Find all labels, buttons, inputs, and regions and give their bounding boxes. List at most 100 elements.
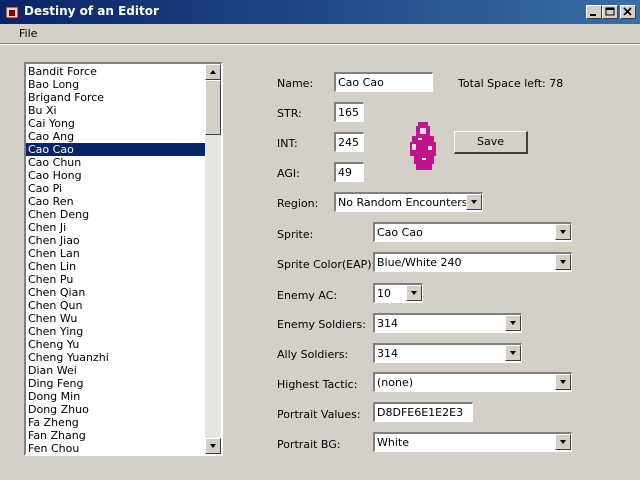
minimize-button[interactable] <box>586 5 602 19</box>
officer-list-item[interactable]: Brigand Force <box>26 91 207 104</box>
str-label: STR: <box>277 107 302 120</box>
officer-list-item[interactable]: Dong Min <box>26 390 207 403</box>
scroll-thumb[interactable] <box>205 80 221 135</box>
officer-list-item[interactable]: Cheng Yu <box>26 338 207 351</box>
chevron-down-icon <box>411 291 417 295</box>
maximize-button[interactable] <box>602 5 618 19</box>
officer-list-item[interactable]: Chen Qun <box>26 299 207 312</box>
officer-list-item[interactable]: Chen Lan <box>26 247 207 260</box>
maximize-icon <box>605 7 615 16</box>
enemy-ac-value: 10 <box>377 287 391 300</box>
officer-list-item[interactable]: Chen Wu <box>26 312 207 325</box>
highest-tactic-dropdown-button[interactable] <box>555 374 571 390</box>
portrait-bg-dropdown-button[interactable] <box>555 434 571 450</box>
save-button[interactable]: Save <box>454 131 528 154</box>
window-title: Destiny of an Editor <box>24 4 159 18</box>
sprite-color-value: Blue/White 240 <box>377 256 462 269</box>
officer-list-item[interactable]: Dong Zhuo <box>26 403 207 416</box>
int-field[interactable]: 245 <box>334 132 364 152</box>
close-icon <box>623 7 632 16</box>
officer-list-item[interactable]: Cao Hong <box>26 169 207 182</box>
officer-list-item[interactable]: Bu Xi <box>26 104 207 117</box>
officer-list-item[interactable]: Bao Long <box>26 78 207 91</box>
officer-list-item[interactable]: Fen Chou <box>26 442 207 454</box>
scroll-up-button[interactable] <box>205 64 221 80</box>
scroll-down-button[interactable] <box>205 438 221 454</box>
officer-list-item[interactable]: Cao Pi <box>26 182 207 195</box>
enemy-ac-dropdown-button[interactable] <box>406 285 422 301</box>
portrait-bg-value: White <box>377 436 409 449</box>
enemy-ac-select[interactable]: 10 <box>373 283 423 303</box>
sprite-label: Sprite: <box>277 228 314 241</box>
officer-list-item[interactable]: Chen Pu <box>26 273 207 286</box>
officer-list-item[interactable]: Cao Ang <box>26 130 207 143</box>
officer-list-item[interactable]: Cai Yong <box>26 117 207 130</box>
enemy-soldiers-dropdown-button[interactable] <box>505 315 521 331</box>
list-scrollbar[interactable] <box>205 64 221 454</box>
menu-file[interactable]: File <box>19 27 37 40</box>
portrait-bg-select[interactable]: White <box>373 432 572 452</box>
sprite-dropdown-button[interactable] <box>555 224 571 240</box>
minimize-icon <box>590 14 596 16</box>
ally-soldiers-value: 314 <box>377 347 398 360</box>
space-left-label: Total Space left: 78 <box>458 77 564 90</box>
region-dropdown-button[interactable] <box>466 194 482 210</box>
officer-list-item[interactable]: Dian Wei <box>26 364 207 377</box>
enemy-ac-label: Enemy AC: <box>277 289 338 302</box>
app-icon[interactable] <box>4 4 20 20</box>
sprite-preview <box>410 122 436 170</box>
ally-soldiers-select[interactable]: 314 <box>373 343 522 363</box>
chevron-down-icon <box>510 321 516 325</box>
str-field[interactable]: 165 <box>334 102 364 122</box>
officer-list-item[interactable]: Bandit Force <box>26 65 207 78</box>
highest-tactic-value: (none) <box>377 376 414 389</box>
title-bar[interactable]: Destiny of an Editor <box>0 0 640 24</box>
sprite-value: Cao Cao <box>377 226 423 239</box>
officer-list-item[interactable]: Cao Cao <box>26 143 207 156</box>
region-value: No Random Encounters <box>338 196 468 209</box>
officer-list-item[interactable]: Chen Jiao <box>26 234 207 247</box>
name-label: Name: <box>277 77 314 90</box>
portrait-values-field[interactable]: D8DFE6E1E2E3 <box>373 402 473 422</box>
sprite-color-select[interactable]: Blue/White 240 <box>373 252 572 272</box>
officer-list-item[interactable]: Fa Zheng <box>26 416 207 429</box>
close-button[interactable] <box>620 5 636 19</box>
sprite-select[interactable]: Cao Cao <box>373 222 572 242</box>
officer-list-item[interactable]: Chen Lin <box>26 260 207 273</box>
ally-soldiers-label: Ally Soldiers: <box>277 348 349 361</box>
name-field[interactable]: Cao Cao <box>334 72 433 92</box>
editor-window: Destiny of an Editor File Bandit Force Ba… <box>0 0 640 480</box>
sprite-color-dropdown-button[interactable] <box>555 254 571 270</box>
int-label: INT: <box>277 137 298 150</box>
arrow-up-icon <box>210 70 216 74</box>
officer-list-item[interactable]: Cao Ren <box>26 195 207 208</box>
sprite-color-label: Sprite Color(EAP): <box>277 258 376 271</box>
chevron-down-icon <box>560 230 566 234</box>
officer-list-item[interactable]: Cheng Yuanzhi <box>26 351 207 364</box>
highest-tactic-select[interactable]: (none) <box>373 372 572 392</box>
chevron-down-icon <box>560 380 566 384</box>
officer-list[interactable]: Bandit Force Bao Long Brigand Force Bu Xi Ca… <box>24 62 223 456</box>
officer-list-items: Bandit Force Bao Long Brigand Force Bu Xi Ca… <box>26 65 207 454</box>
enemy-soldiers-select[interactable]: 314 <box>373 313 522 333</box>
chevron-down-icon <box>560 440 566 444</box>
region-select[interactable]: No Random Encounters <box>334 192 483 212</box>
ally-soldiers-dropdown-button[interactable] <box>505 345 521 361</box>
enemy-soldiers-value: 314 <box>377 317 398 330</box>
officer-list-item[interactable]: Chen Qian <box>26 286 207 299</box>
chevron-down-icon <box>560 260 566 264</box>
officer-list-item[interactable]: Chen Deng <box>26 208 207 221</box>
officer-list-item[interactable]: Cao Chun <box>26 156 207 169</box>
chevron-down-icon <box>510 351 516 355</box>
agi-label: AGI: <box>277 167 300 180</box>
agi-field[interactable]: 49 <box>334 162 364 182</box>
chevron-down-icon <box>471 200 477 204</box>
officer-list-item[interactable]: Fan Zhang <box>26 429 207 442</box>
officer-list-item[interactable]: Ding Feng <box>26 377 207 390</box>
portrait-bg-label: Portrait BG: <box>277 438 341 451</box>
officer-list-item[interactable]: Chen Ji <box>26 221 207 234</box>
menu-divider <box>0 43 640 45</box>
officer-list-item[interactable]: Chen Ying <box>26 325 207 338</box>
menu-bar: File <box>0 24 640 43</box>
enemy-soldiers-label: Enemy Soldiers: <box>277 318 366 331</box>
